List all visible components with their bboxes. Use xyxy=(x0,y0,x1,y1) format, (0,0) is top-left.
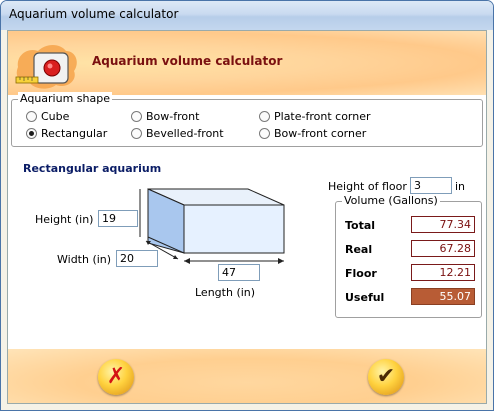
cancel-button[interactable]: ✗ xyxy=(98,359,134,395)
banner-title: Aquarium volume calculator xyxy=(92,54,283,68)
radio-label: Cube xyxy=(41,110,70,123)
radio-label: Plate-front corner xyxy=(274,110,371,123)
total-label: Total xyxy=(345,219,376,232)
width-label: Width (in) xyxy=(57,253,112,266)
radio-label: Bevelled-front xyxy=(146,127,224,140)
floor-unit-label: in xyxy=(455,180,466,193)
volume-group-legend: Volume (Gallons) xyxy=(342,194,440,207)
dialog-body: Aquarium volume calculator Aquarium shap… xyxy=(7,30,487,404)
width-input[interactable] xyxy=(116,250,158,267)
floor-volume-value: 12.21 xyxy=(411,264,475,281)
radio-label: Bow-front xyxy=(146,110,200,123)
length-input[interactable] xyxy=(218,264,260,281)
radio-label: Bow-front corner xyxy=(274,127,367,140)
floor-height-label: Height of floor xyxy=(328,180,407,193)
length-label: Length (in) xyxy=(195,286,256,299)
floor-height-input[interactable] xyxy=(410,177,452,194)
radio-selected-icon xyxy=(26,128,37,139)
tape-measure-logo-icon xyxy=(15,45,77,89)
aquarium-shape-group: Aquarium shape Cube Rectangular Bow-fron… xyxy=(11,92,483,147)
ok-button[interactable]: ✔ xyxy=(368,359,404,395)
shape-group-legend: Aquarium shape xyxy=(18,92,112,105)
radio-circle-icon xyxy=(131,128,142,139)
checkmark-icon: ✔ xyxy=(376,364,396,389)
radio-circle-icon xyxy=(259,111,270,122)
section-title: Rectangular aquarium xyxy=(23,162,162,175)
cancel-x-icon: ✗ xyxy=(106,364,126,389)
real-label: Real xyxy=(345,243,373,256)
total-value: 77.34 xyxy=(411,216,475,233)
radio-circle-icon xyxy=(259,128,270,139)
radio-label: Rectangular xyxy=(41,127,108,140)
real-value: 67.28 xyxy=(411,240,475,257)
radio-circle-icon xyxy=(131,111,142,122)
title-bar[interactable]: Aquarium volume calculator xyxy=(1,1,493,30)
useful-value: 55.07 xyxy=(411,288,475,305)
button-bar: ✗ ✔ xyxy=(8,349,486,403)
height-input[interactable] xyxy=(98,210,138,227)
volume-group: Volume (Gallons) Total 77.34 Real 67.28 … xyxy=(335,194,482,318)
window-title: Aquarium volume calculator xyxy=(9,7,179,21)
calculator-window: Aquarium volume calculator Aquarium volu… xyxy=(0,0,494,411)
height-label: Height (in) xyxy=(35,213,94,226)
useful-label: Useful xyxy=(345,291,385,304)
floor-volume-label: Floor xyxy=(345,267,377,280)
radio-circle-icon xyxy=(26,111,37,122)
header-banner: Aquarium volume calculator xyxy=(8,31,486,95)
